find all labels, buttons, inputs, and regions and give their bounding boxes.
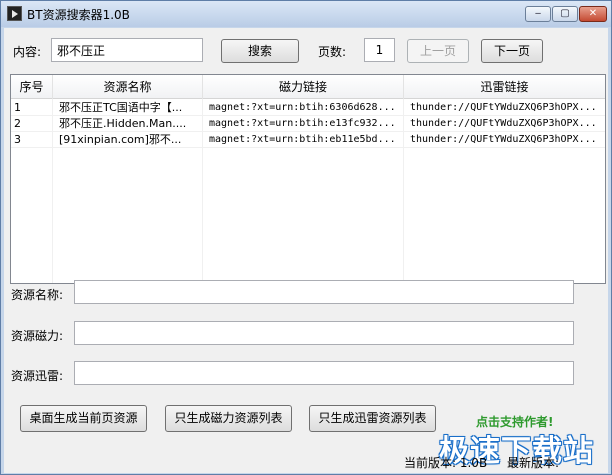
table-header: 序号 资源名称 磁力链接 迅雷链接	[11, 75, 605, 99]
page-label: 页数:	[318, 45, 347, 59]
row-thunder: thunder://QUFtYWduZXQ6P3hOPX...	[410, 134, 597, 145]
content-input[interactable]	[51, 38, 203, 62]
row-thunder: thunder://QUFtYWduZXQ6P3hOPX...	[410, 118, 597, 129]
resource-thunder-field[interactable]	[74, 361, 574, 385]
latest-version-text: 最新版本:	[507, 456, 560, 470]
current-version-text: 当前版本: 1.0B	[404, 456, 488, 470]
row-magnet: magnet:?xt=urn:btih:e13fc932...	[203, 116, 404, 132]
row-magnet: magnet:?xt=urn:btih:6306d628...	[203, 100, 404, 116]
app-window: BT资源搜索器1.0B ‒ ▢ ✕ 内容: 搜索 页数: 上一页 下一页 序号 …	[0, 0, 612, 475]
page-number-input[interactable]	[364, 38, 395, 62]
column-header-name[interactable]: 资源名称	[53, 75, 203, 99]
client-area: 内容: 搜索 页数: 上一页 下一页 序号 资源名称 磁力链接 迅雷链接 1 邪…	[4, 28, 608, 473]
close-button[interactable]: ✕	[579, 6, 607, 22]
title-bar[interactable]: BT资源搜索器1.0B ‒ ▢ ✕	[1, 1, 611, 27]
row-index: 2	[11, 116, 53, 132]
table-row[interactable]: 2 邪不压正.Hidden.Man.... magnet:?xt=urn:bti…	[11, 116, 605, 132]
search-button[interactable]: 搜索	[221, 39, 299, 63]
table-row[interactable]: 3 [91xinpian.com]邪不... magnet:?xt=urn:bt…	[11, 132, 605, 148]
table-row[interactable]: 1 邪不压正TC国语中字【... magnet:?xt=urn:btih:630…	[11, 100, 605, 116]
row-name: [91xinpian.com]邪不...	[53, 132, 203, 148]
resource-magnet-label: 资源磁力:	[11, 329, 64, 343]
maximize-button[interactable]: ▢	[552, 6, 578, 22]
column-divider	[52, 99, 53, 283]
desktop-generate-button[interactable]: 桌面生成当前页资源	[20, 405, 147, 432]
row-magnet: magnet:?xt=urn:btih:eb11e5bd...	[203, 132, 404, 148]
prev-page-button[interactable]: 上一页	[407, 39, 469, 63]
minimize-button[interactable]: ‒	[525, 6, 551, 22]
results-table[interactable]: 序号 资源名称 磁力链接 迅雷链接 1 邪不压正TC国语中字【... magne…	[10, 74, 606, 284]
row-name: 邪不压正.Hidden.Man....	[53, 116, 203, 132]
magnet-list-button[interactable]: 只生成磁力资源列表	[165, 405, 292, 432]
row-name: 邪不压正TC国语中字【...	[53, 100, 203, 116]
resource-name-field[interactable]	[74, 280, 574, 304]
resource-magnet-field[interactable]	[74, 321, 574, 345]
window-title: BT资源搜索器1.0B	[27, 8, 130, 22]
content-label: 内容:	[13, 45, 42, 59]
app-play-icon	[7, 6, 22, 21]
column-header-thunder[interactable]: 迅雷链接	[404, 75, 605, 99]
column-divider	[403, 99, 404, 283]
row-thunder: thunder://QUFtYWduZXQ6P3hOPX...	[410, 102, 597, 113]
thunder-list-button[interactable]: 只生成迅雷资源列表	[309, 405, 436, 432]
row-index: 1	[11, 100, 53, 116]
resource-name-label: 资源名称:	[11, 288, 64, 302]
column-header-magnet[interactable]: 磁力链接	[203, 75, 404, 99]
column-divider	[202, 99, 203, 283]
next-page-button[interactable]: 下一页	[481, 39, 543, 63]
row-index: 3	[11, 132, 53, 148]
resource-thunder-label: 资源迅雷:	[11, 369, 64, 383]
column-header-index[interactable]: 序号	[11, 75, 53, 99]
